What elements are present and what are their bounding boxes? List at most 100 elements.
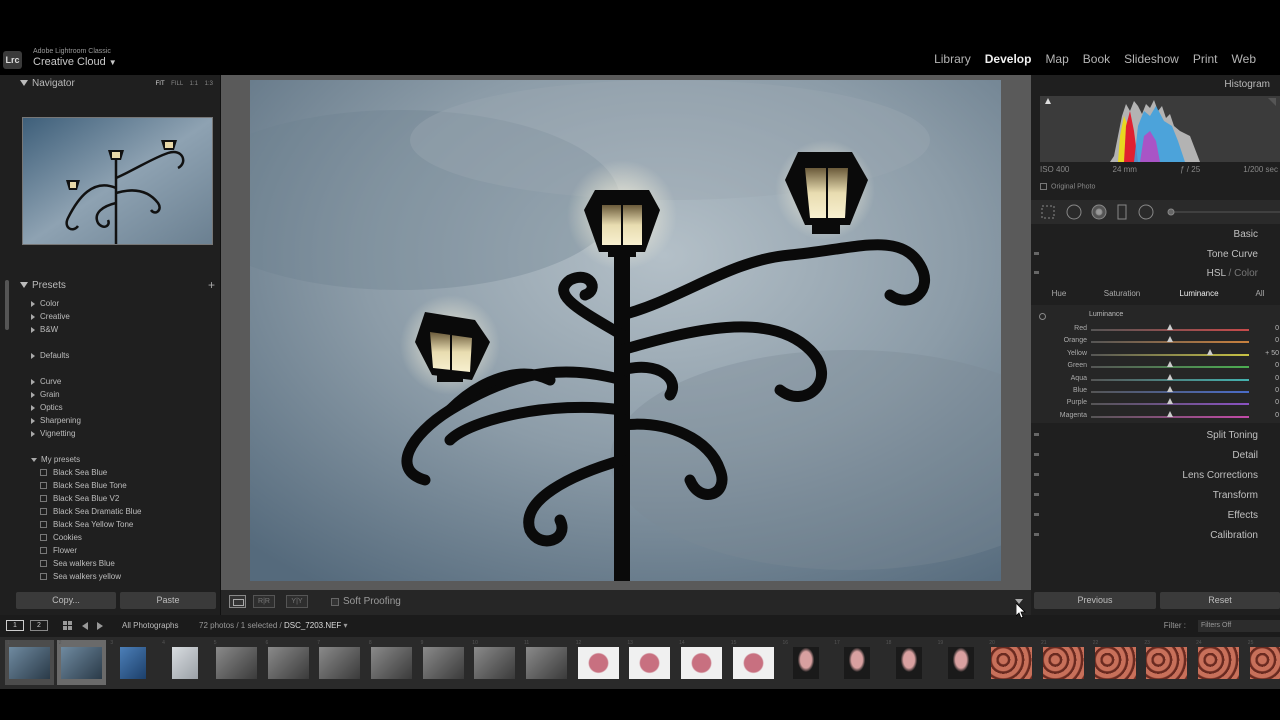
filmstrip-thumbnail[interactable]: 8 xyxy=(367,640,416,685)
preset-group-grain[interactable]: Grain xyxy=(0,388,218,401)
filmstrip-thumbnail[interactable]: 10 xyxy=(470,640,519,685)
slider-value[interactable]: 0 xyxy=(1275,337,1279,344)
slider-knob[interactable] xyxy=(1167,386,1173,392)
slider-value[interactable]: 0 xyxy=(1275,325,1279,332)
identity-plate[interactable]: Creative Cloud ▼ xyxy=(33,56,117,68)
secondary-window-button[interactable]: 2 xyxy=(30,620,48,631)
preset-group-my-presets[interactable]: My presets xyxy=(0,453,218,466)
slider-value[interactable]: 0 xyxy=(1275,362,1279,369)
preset-group-sharpening[interactable]: Sharpening xyxy=(0,414,218,427)
slider-value[interactable]: 0 xyxy=(1275,375,1279,382)
filmstrip-thumbnail[interactable]: 22 xyxy=(1091,640,1140,685)
section-switch-icon[interactable] xyxy=(1034,433,1039,436)
filmstrip-source[interactable]: All Photographs xyxy=(122,621,178,630)
slider-orange[interactable]: Orange 0 xyxy=(1031,335,1280,347)
paste-button[interactable]: Paste xyxy=(120,592,216,609)
transform-section-header[interactable]: Transform xyxy=(1031,486,1280,506)
filmstrip-thumbnail[interactable]: 19 xyxy=(936,640,985,685)
navigator-header[interactable]: Navigator FIT FILL 1:1 1:3 xyxy=(0,78,221,94)
effects-section-header[interactable]: Effects xyxy=(1031,506,1280,526)
preset-item[interactable]: Sea walkers yellow xyxy=(0,570,218,583)
filmstrip-thumbnail[interactable]: 17 xyxy=(832,640,881,685)
filmstrip-thumbnail[interactable]: 6 xyxy=(264,640,313,685)
filmstrip-thumbnail[interactable]: 14 xyxy=(677,640,726,685)
slider-value[interactable]: 0 xyxy=(1275,387,1279,394)
filmstrip-thumbnail[interactable]: 7 xyxy=(315,640,364,685)
module-map[interactable]: Map xyxy=(1045,52,1068,66)
slider-purple[interactable]: Purple 0 xyxy=(1031,397,1280,409)
soft-proofing-checkbox[interactable] xyxy=(331,598,339,606)
slider-knob[interactable] xyxy=(1167,373,1173,380)
slider-value[interactable]: 0 xyxy=(1275,399,1279,406)
slider-knob[interactable] xyxy=(1206,348,1213,355)
module-library[interactable]: Library xyxy=(934,52,971,66)
original-photo-toggle[interactable]: Original Photo xyxy=(1040,183,1095,190)
tab-saturation[interactable]: Saturation xyxy=(1087,284,1157,304)
filmstrip-thumbnail[interactable]: 13 xyxy=(625,640,674,685)
filmstrip-thumbnail[interactable]: 11 xyxy=(522,640,571,685)
slider-yellow[interactable]: Yellow + 50 xyxy=(1031,348,1280,360)
tab-hue[interactable]: Hue xyxy=(1031,284,1087,304)
module-book[interactable]: Book xyxy=(1083,52,1110,66)
add-preset-icon[interactable]: + xyxy=(208,278,215,292)
reset-button[interactable]: Reset xyxy=(1160,592,1280,609)
main-window-button[interactable]: 1 xyxy=(6,620,24,631)
slider-track[interactable] xyxy=(1091,353,1249,356)
filmstrip-thumbnail[interactable]: 1 xyxy=(5,640,54,685)
filmstrip-thumbnail[interactable]: 5 xyxy=(212,640,261,685)
section-switch-icon[interactable] xyxy=(1034,513,1039,516)
before-after-split-icon[interactable]: Y|Y xyxy=(286,595,308,608)
histogram[interactable] xyxy=(1040,96,1280,162)
preset-group-color[interactable]: Color xyxy=(0,297,218,310)
navigator-preview[interactable] xyxy=(22,117,213,245)
section-switch-icon[interactable] xyxy=(1034,533,1039,536)
preset-item[interactable]: Flower xyxy=(0,544,218,557)
module-slideshow[interactable]: Slideshow xyxy=(1124,52,1179,66)
preset-group-curve[interactable]: Curve xyxy=(0,375,218,388)
slider-aqua[interactable]: Aqua 0 xyxy=(1031,373,1280,385)
slider-knob[interactable] xyxy=(1167,324,1173,330)
zoom-1-1[interactable]: 1:1 xyxy=(190,81,198,87)
main-photo[interactable] xyxy=(250,80,1001,581)
color-label[interactable]: Color xyxy=(1234,268,1258,279)
tab-luminance[interactable]: Luminance xyxy=(1157,284,1241,304)
preset-group-bw[interactable]: B&W xyxy=(0,323,218,336)
section-switch-icon[interactable] xyxy=(1034,493,1039,496)
preset-item[interactable]: Black Sea Blue xyxy=(0,466,218,479)
section-switch-icon[interactable] xyxy=(1034,271,1039,274)
basic-section-header[interactable]: Basic xyxy=(1031,225,1280,245)
slider-red[interactable]: Red 0 xyxy=(1031,323,1280,335)
filmstrip-thumbnail[interactable]: 24 xyxy=(1194,640,1243,685)
filmstrip-thumbnail[interactable]: 2 xyxy=(56,640,106,685)
split-toning-section-header[interactable]: Split Toning xyxy=(1031,426,1280,446)
original-photo-checkbox[interactable] xyxy=(1040,183,1047,190)
preset-item[interactable]: Cookies xyxy=(0,531,218,544)
slider-value[interactable]: + 50 xyxy=(1265,350,1279,357)
presets-header[interactable]: Presets + xyxy=(0,278,221,296)
tone-curve-section-header[interactable]: Tone Curve xyxy=(1031,245,1280,265)
preset-group-optics[interactable]: Optics xyxy=(0,401,218,414)
previous-button[interactable]: Previous xyxy=(1034,592,1156,609)
filmstrip-thumbnail[interactable]: 16 xyxy=(781,640,830,685)
lens-corrections-section-header[interactable]: Lens Corrections xyxy=(1031,466,1280,486)
slider-green[interactable]: Green 0 xyxy=(1031,360,1280,372)
slider-blue[interactable]: Blue 0 xyxy=(1031,385,1280,397)
preset-group-defaults[interactable]: Defaults xyxy=(0,349,218,362)
filmstrip-count[interactable]: 72 photos / 1 selected / DSC_7203.NEF ▾ xyxy=(199,621,348,630)
tab-all[interactable]: All xyxy=(1241,284,1279,304)
filmstrip-thumbnail[interactable]: 3 xyxy=(108,640,157,685)
forward-arrow-icon[interactable] xyxy=(97,622,103,630)
filmstrip-thumbnail[interactable]: 12 xyxy=(574,640,623,685)
slider-knob[interactable] xyxy=(1167,398,1173,405)
slider-value[interactable]: 0 xyxy=(1275,412,1279,419)
filmstrip-thumbnail[interactable]: 18 xyxy=(884,640,933,685)
slider-magenta[interactable]: Magenta 0 xyxy=(1031,410,1280,422)
filmstrip-thumbnail[interactable]: 21 xyxy=(1039,640,1088,685)
slider-knob[interactable] xyxy=(1167,336,1173,343)
preset-group-creative[interactable]: Creative xyxy=(0,310,218,323)
section-switch-icon[interactable] xyxy=(1034,252,1039,255)
zoom-fit[interactable]: FIT xyxy=(156,81,165,87)
preset-item[interactable]: Black Sea Blue Tone xyxy=(0,479,218,492)
preset-group-vignetting[interactable]: Vignetting xyxy=(0,427,218,440)
section-switch-icon[interactable] xyxy=(1034,453,1039,456)
